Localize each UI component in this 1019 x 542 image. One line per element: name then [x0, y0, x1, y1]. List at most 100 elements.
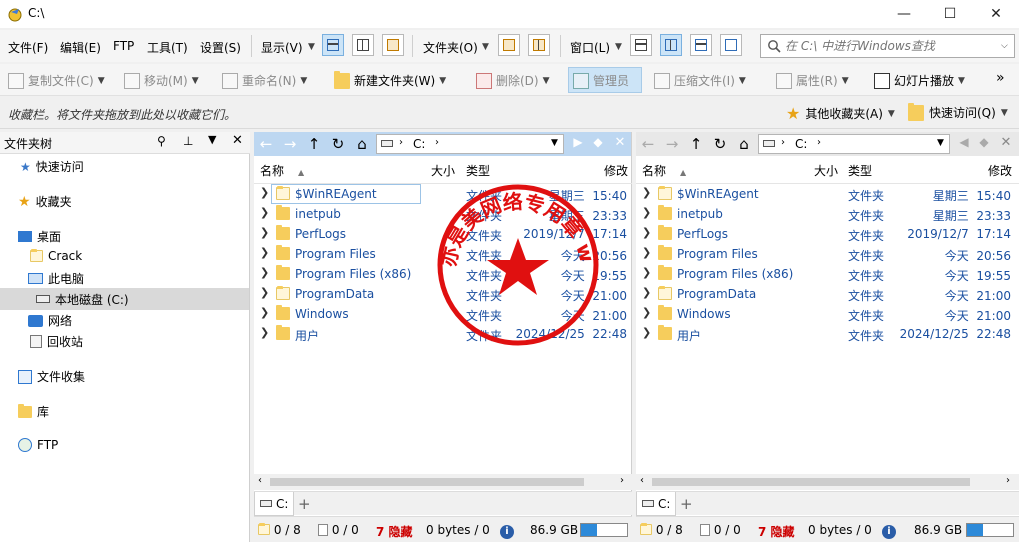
minimize-button[interactable]: — — [881, 0, 927, 28]
pane-swap-icon[interactable]: ◆ — [974, 135, 994, 149]
chevron-down-icon[interactable]: ▼ — [543, 76, 550, 86]
file-row[interactable]: ❯ inetpub 文件夹 星期三 23:33 — [636, 204, 1019, 224]
single-pane-icon[interactable] — [630, 34, 652, 56]
home-icon[interactable]: ⌂ — [734, 135, 754, 153]
add-tab-button[interactable]: + — [680, 495, 693, 513]
file-row[interactable]: ❯ 用户 文件夹 2024/12/25 22:48 — [254, 324, 631, 344]
chevron-right-icon[interactable]: ❯ — [260, 286, 269, 299]
close-button[interactable]: ✕ — [973, 0, 1019, 28]
chevron-right-icon[interactable]: ❯ — [260, 306, 269, 319]
file-row[interactable]: ❯ Windows 文件夹 今天 21:00 — [636, 304, 1019, 324]
refresh-icon[interactable]: ↻ — [328, 135, 348, 153]
pane-swap-icon[interactable]: ◆ — [588, 135, 608, 149]
menu-display[interactable]: 显示(V) — [261, 39, 303, 56]
chevron-down-icon[interactable]: ▼ — [842, 76, 849, 86]
file-row[interactable]: ❯ ProgramData 文件夹 今天 21:00 — [636, 284, 1019, 304]
chevron-right-icon[interactable]: ❯ — [642, 306, 651, 319]
hidden-count[interactable]: 7 隐藏 — [376, 523, 413, 540]
file-row[interactable]: ❯ ProgramData 文件夹 今天 21:00 — [254, 284, 631, 304]
toolbar-overflow-button[interactable]: » — [996, 70, 1005, 86]
chevron-right-icon[interactable]: ❯ — [642, 226, 651, 239]
info-icon[interactable]: i — [882, 523, 896, 539]
column-size-header[interactable]: 大小 — [431, 162, 455, 182]
chevron-down-icon[interactable]: ▼ — [739, 76, 746, 86]
column-type-header[interactable]: 类型 — [848, 162, 872, 182]
chevron-down-icon[interactable]: ▼ — [308, 42, 315, 52]
chevron-down-icon[interactable]: ▼ — [192, 76, 199, 86]
admin-button[interactable]: 管理员 — [573, 72, 629, 89]
chevron-right-icon[interactable]: ❯ — [260, 246, 269, 259]
dual-pane-icon[interactable] — [660, 34, 682, 56]
menu-settings[interactable]: 设置(S) — [200, 39, 241, 56]
menu-edit[interactable]: 编辑(E) — [60, 39, 101, 56]
chevron-down-icon[interactable]: ▼ — [958, 76, 965, 86]
back-icon[interactable]: ← — [638, 135, 658, 153]
scrollbar-thumb[interactable] — [652, 478, 970, 486]
chevron-right-icon[interactable]: ❯ — [260, 226, 269, 239]
close-icon[interactable]: ✕ — [610, 135, 630, 150]
scroll-right-icon[interactable]: › — [1006, 475, 1010, 486]
search-icon[interactable]: ⚲ — [157, 134, 166, 148]
forward-icon[interactable]: → — [662, 135, 682, 153]
close-icon[interactable]: ✕ — [996, 135, 1016, 150]
folder-view-icon[interactable] — [498, 34, 520, 56]
file-row[interactable]: ❯ $WinREAgent 文件夹 星期三 15:40 — [254, 184, 631, 204]
file-row[interactable]: ❯ Program Files (x86) 文件夹 今天 19:55 — [254, 264, 631, 284]
add-tab-button[interactable]: + — [298, 495, 311, 513]
menu-ftp[interactable]: FTP — [113, 39, 134, 53]
column-name-header[interactable]: 名称 ▲ — [260, 162, 304, 182]
column-name-header[interactable]: 名称 ▲ — [642, 162, 686, 182]
hidden-count[interactable]: 7 隐藏 — [758, 523, 795, 540]
tab-c-drive[interactable]: C: — [254, 492, 295, 516]
layout-preview-icon[interactable] — [382, 34, 404, 56]
rename-button[interactable]: 重命名(N) ▼ — [222, 72, 307, 89]
up-icon[interactable]: ↑ — [686, 135, 706, 153]
tree-item-network[interactable]: 网络 — [28, 312, 72, 329]
chevron-down-icon[interactable]: ▼ — [300, 76, 307, 86]
file-row[interactable]: ❯ PerfLogs 文件夹 2019/12/7 17:14 — [636, 224, 1019, 244]
slideshow-button[interactable]: 幻灯片播放 ▼ — [874, 72, 965, 89]
chevron-down-icon[interactable]: ▼ — [551, 138, 558, 148]
scrollbar-thumb[interactable] — [270, 478, 584, 486]
chevron-right-icon[interactable]: ❯ — [260, 326, 269, 339]
file-row[interactable]: ❯ Program Files (x86) 文件夹 今天 19:55 — [636, 264, 1019, 284]
chevron-right-icon[interactable]: ❯ — [642, 246, 651, 259]
copy-files-button[interactable]: 复制文件(C) ▼ — [8, 72, 105, 89]
chevron-down-icon[interactable]: ▼ — [208, 133, 216, 146]
chevron-right-icon[interactable]: ❯ — [260, 206, 269, 219]
close-icon[interactable]: ✕ — [232, 133, 243, 148]
file-row[interactable]: ❯ inetpub 文件夹 星期三 23:33 — [254, 204, 631, 224]
tree-item-recycle-bin[interactable]: 回收站 — [30, 333, 83, 350]
file-row[interactable]: ❯ Program Files 文件夹 今天 20:56 — [254, 244, 631, 264]
column-modified-header[interactable]: 修改 — [604, 162, 628, 182]
menu-window[interactable]: 窗口(L) — [570, 39, 610, 56]
tab-c-drive[interactable]: C: — [636, 492, 677, 516]
search-field[interactable]: ⌵ — [760, 34, 1015, 58]
search-input[interactable] — [785, 38, 995, 54]
file-row[interactable]: ❯ 用户 文件夹 2024/12/25 22:48 — [636, 324, 1019, 344]
tree-item-favorites[interactable]: ★ 收藏夹 — [18, 193, 72, 210]
chevron-down-icon[interactable]: ▼ — [1001, 108, 1008, 118]
preview-pane-icon[interactable] — [720, 34, 742, 56]
chevron-down-icon[interactable]: ▼ — [937, 138, 944, 148]
menu-tools[interactable]: 工具(T) — [147, 39, 188, 56]
chevron-down-icon[interactable]: ▼ — [888, 109, 895, 119]
tree-item-library[interactable]: 库 — [18, 403, 49, 420]
column-size-header[interactable]: 大小 — [814, 162, 838, 182]
refresh-icon[interactable]: ↻ — [710, 135, 730, 153]
chevron-right-icon[interactable]: ❯ — [642, 186, 651, 199]
chevron-right-icon[interactable]: ❯ — [260, 186, 269, 199]
tree-item-quick-access[interactable]: ★ 快速访问 — [20, 158, 84, 175]
chevron-down-icon[interactable]: ⌵ — [1001, 41, 1008, 51]
path-box[interactable]: › C: › ▼ — [758, 134, 950, 154]
scroll-left-icon[interactable]: ‹ — [258, 475, 262, 486]
back-icon[interactable]: ← — [256, 135, 276, 153]
tree-item-ftp[interactable]: FTP — [18, 438, 58, 452]
chevron-down-icon[interactable]: ▼ — [439, 76, 446, 86]
maximize-button[interactable]: ☐ — [927, 0, 973, 28]
file-row[interactable]: ❯ $WinREAgent 文件夹 星期三 15:40 — [636, 184, 1019, 204]
menu-folder[interactable]: 文件夹(O) — [423, 39, 478, 56]
forward-icon[interactable]: → — [280, 135, 300, 153]
menu-file[interactable]: 文件(F) — [8, 39, 48, 56]
tree-item-crack[interactable]: Crack — [30, 249, 82, 263]
